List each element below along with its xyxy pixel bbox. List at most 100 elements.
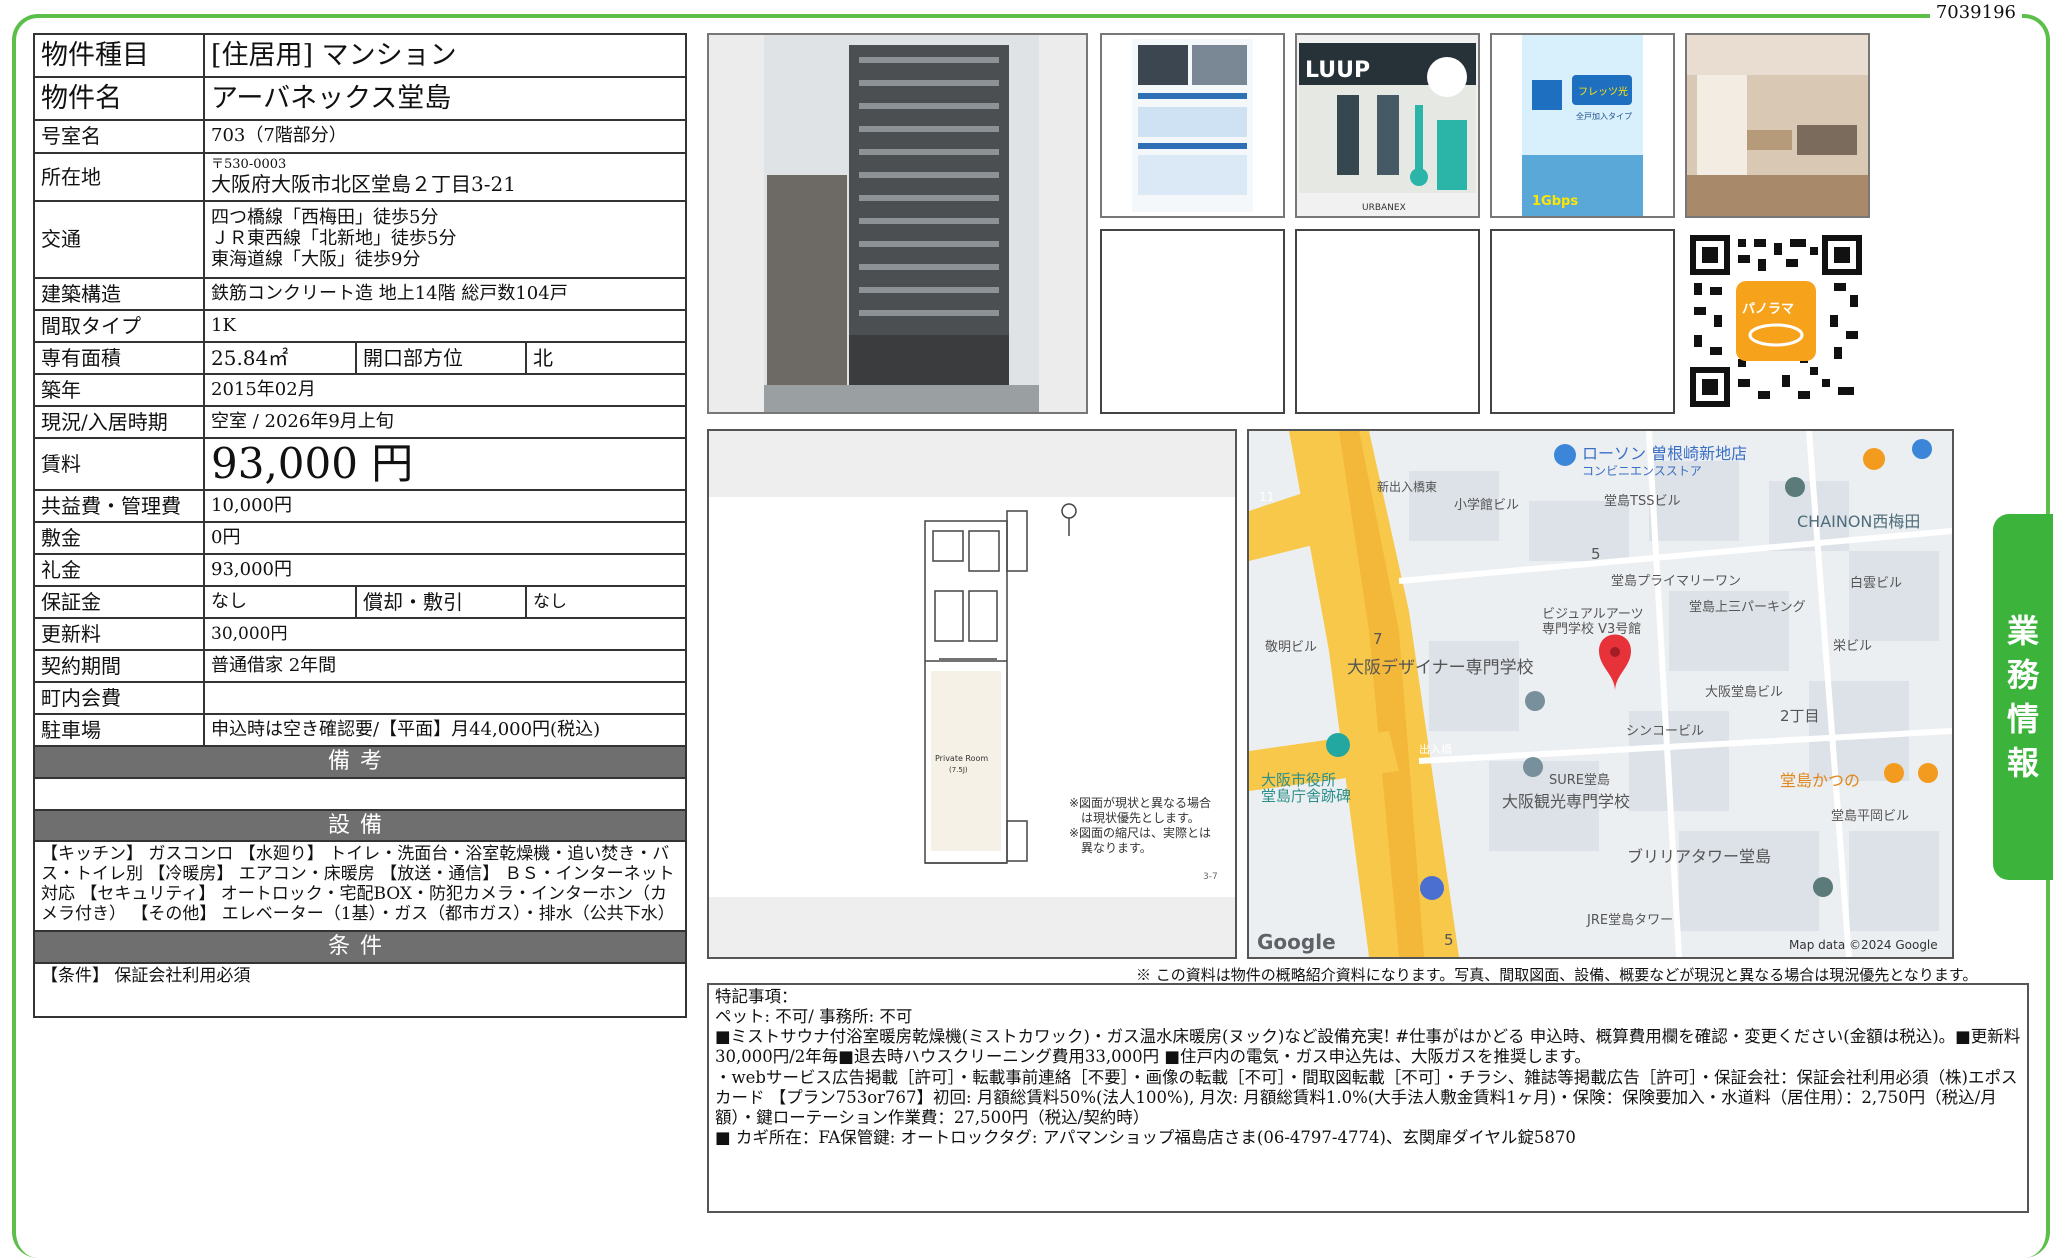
store-icon xyxy=(1912,439,1932,459)
thumb-luup[interactable]: LUUP URBANEX xyxy=(1295,33,1480,218)
community-label: 町内会費 xyxy=(33,681,205,716)
table-row: 契約期間 普通借家 2年間 xyxy=(33,649,688,684)
restaurant-icon xyxy=(1918,763,1938,783)
table-row: 礼金 93,000円 xyxy=(33,553,688,588)
conditions-text: 【条件】 保証会社利用必須 xyxy=(32,961,688,1018)
room-value: 703（7階部分） xyxy=(202,119,688,154)
map-label: 堂島平岡ビル xyxy=(1831,809,1909,824)
facilities-text: 【キッチン】 ガスコンロ 【水廻り】 トイレ・洗面台・浴室乾燥機・追い焚き・バス… xyxy=(32,839,688,933)
map-label: ブリリアタワー堂島 xyxy=(1627,847,1771,866)
map-road-number: 5 xyxy=(1591,545,1601,563)
thumb-flets[interactable]: フレッツ光 全戸加入タイプ 1Gbps xyxy=(1490,33,1675,218)
address-label: 所在地 xyxy=(33,152,205,202)
panorama-qr-code[interactable]: パノラマ xyxy=(1690,235,1862,407)
table-row: 保証金 なし 償却・敷引 なし xyxy=(33,585,688,620)
map-label: ビジュアルアーツ xyxy=(1542,607,1644,622)
map-label: CHAINON西梅田 xyxy=(1797,512,1920,531)
guarantee-label: 保証金 xyxy=(33,585,205,620)
table-row: 号室名 703（7階部分） xyxy=(33,119,688,154)
floor-plan-note: ※図面の縮尺は、実際とは xyxy=(1069,825,1211,840)
name-label: 物件名 xyxy=(33,76,205,121)
map-label: 小学館ビル xyxy=(1454,497,1519,513)
location-map[interactable]: ローソン 曽根崎新地店 コンビニエンスストア 新出入橋東 小学館ビル 堂島TSS… xyxy=(1247,429,1954,959)
parking-value: 申込時は空き確認要/【平面】月44,000円(税込) xyxy=(202,713,688,748)
property-table: 物件種目 [住居用] マンション 物件名 アーバネックス堂島 号室名 703（7… xyxy=(32,33,688,1018)
map-label: ローソン 曽根崎新地店 xyxy=(1582,444,1747,463)
type-label: 物件種目 xyxy=(33,33,205,78)
contract-value: 普通借家 2年間 xyxy=(202,649,688,684)
table-row: 物件種目 [住居用] マンション xyxy=(33,33,688,78)
tab-char: 務 xyxy=(2006,656,2039,694)
map-label: 専門学校 V3号館 xyxy=(1542,621,1641,637)
floor-plan-note: 異なります。 xyxy=(1081,841,1152,855)
amort-label: 償却・敷引 xyxy=(355,585,527,620)
fee-label: 共益費・管理費 xyxy=(33,489,205,524)
map-label: 大阪堂島ビル xyxy=(1705,685,1783,700)
restaurant-icon xyxy=(1884,763,1904,783)
opening-value: 北 xyxy=(524,341,688,375)
name-value: アーバネックス堂島 xyxy=(202,76,688,121)
table-row: 共益費・管理費 10,000円 xyxy=(33,489,688,524)
built-label: 築年 xyxy=(33,373,205,407)
thumb-interior[interactable] xyxy=(1685,33,1870,218)
table-row: 駐車場 申込時は空き確認要/【平面】月44,000円(税込) xyxy=(33,713,688,748)
map-label: 堂島プライマリーワン xyxy=(1611,574,1741,589)
status-value: 空室 / 2026年9月上旬 xyxy=(202,405,688,439)
map-credit: Map data ©2024 Google xyxy=(1789,938,1938,952)
thumb-flyer-1[interactable] xyxy=(1100,33,1285,218)
gbps-text: 1Gbps xyxy=(1532,194,1578,209)
map-label: 新出入橋東 xyxy=(1377,479,1437,494)
map-label: コンビニエンスストア xyxy=(1582,464,1702,478)
conditions-header: 条件 xyxy=(32,930,688,964)
transport-line: ＪＲ東西線「北新地」徒歩5分 xyxy=(211,228,457,250)
floor-plan-note: ※図面が現状と異なる場合 xyxy=(1069,795,1211,810)
table-row: 町内会費 xyxy=(33,681,688,716)
thumb-empty xyxy=(1295,229,1480,414)
map-label: 大阪観光専門学校 xyxy=(1502,792,1630,811)
amort-value: なし xyxy=(524,585,688,620)
community-value xyxy=(202,681,688,716)
table-row: 備考 xyxy=(32,745,688,779)
table-row: 建築構造 鉄筋コンクリート造 地上14階 総戸数104戸 xyxy=(33,277,688,311)
renewal-label: 更新料 xyxy=(33,617,205,652)
building-photo[interactable] xyxy=(707,33,1088,414)
tab-char: 情 xyxy=(2006,700,2039,738)
table-row: 設備 xyxy=(32,808,688,842)
table-row: 専有面積 25.84㎡ 開口部方位 北 xyxy=(33,341,688,375)
table-row: 現況/入居時期 空室 / 2026年9月上旬 xyxy=(33,405,688,439)
built-value: 2015年02月 xyxy=(202,373,688,407)
tab-char: 業 xyxy=(2006,612,2039,650)
floor-plan[interactable]: Private Room (7.5J) ※図面が現状と異なる場合 は現状優先とし… xyxy=(707,429,1237,959)
luup-illustration: LUUP URBANEX xyxy=(1299,43,1476,213)
map-label: SURE堂島 xyxy=(1549,773,1610,788)
opening-label: 開口部方位 xyxy=(355,341,527,375)
guarantee-value: なし xyxy=(203,585,357,620)
urbanex-logo: URBANEX xyxy=(1362,203,1406,213)
notes-line: ■ミストサウナ付浴室暖房乾燥機(ミストカワック)・ガス温水床暖房(ヌック)など設… xyxy=(715,1027,2021,1067)
structure-value: 鉄筋コンクリート造 地上14階 総戸数104戸 xyxy=(202,277,688,311)
map-label: 大阪デザイナー専門学校 xyxy=(1347,657,1534,678)
table-row: 間取タイプ 1K xyxy=(33,309,688,343)
restaurant-icon xyxy=(1863,448,1885,470)
map-label: シンコービル xyxy=(1626,724,1704,739)
deposit-label: 敷金 xyxy=(33,521,205,556)
contract-label: 契約期間 xyxy=(33,649,205,684)
interior-illustration xyxy=(1687,35,1868,216)
business-info-tab[interactable]: 業 務 情 報 xyxy=(1993,514,2053,880)
table-row: 交通 四つ橋線「西梅田」徒歩5分 ＪＲ東西線「北新地」徒歩5分 東海道線「大阪」… xyxy=(33,200,688,279)
document-id: 7039196 xyxy=(1929,2,2022,23)
deposit-value: 0円 xyxy=(202,521,688,556)
tab-char: 報 xyxy=(2006,744,2039,782)
qr-panorama-label: パノラマ xyxy=(1742,302,1794,317)
remarks-blank xyxy=(32,776,688,811)
room-label: 号室名 xyxy=(33,119,205,154)
parking-label: 駐車場 xyxy=(33,713,205,748)
table-row xyxy=(32,776,688,811)
layout-value: 1K xyxy=(202,309,688,343)
flets-sub: 全戸加入タイプ xyxy=(1576,111,1632,121)
map-label: 白雲ビル xyxy=(1850,575,1902,591)
floor-plan-room-size: (7.5J) xyxy=(949,766,968,774)
notes-line: ペット: 不可/ 事務所: 不可 xyxy=(715,1007,913,1027)
map-label: 出入橋 xyxy=(1419,742,1452,756)
fee-value: 10,000円 xyxy=(202,489,688,524)
